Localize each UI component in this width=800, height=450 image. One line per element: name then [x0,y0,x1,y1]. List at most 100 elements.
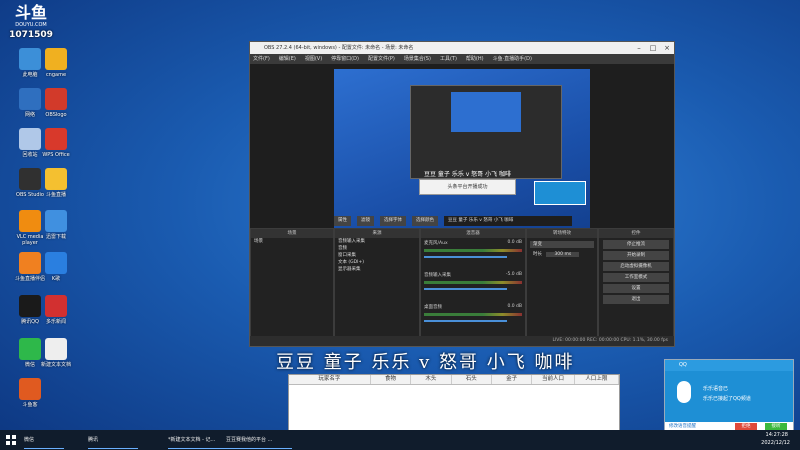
desktop-icon-label: WPS Office [42,152,70,158]
transition-type[interactable]: 渐变 [530,241,594,248]
qq-message-1: 乐乐语音已 [703,386,729,392]
source-item[interactable]: 音频输入采集 [335,238,419,245]
scene-item[interactable]: 场景 [251,238,333,245]
menu-item[interactable]: 视图(V) [305,54,322,64]
table-column-header: 当前人口 [532,375,575,384]
start-icon[interactable] [6,435,16,445]
app-icon [45,338,67,360]
menu-item[interactable]: 工具(T) [440,54,457,64]
table-header: 玩家名字 食物 木头 石头 金子 当前人口 人口上限 [289,375,619,385]
qq-popup-title: QQ [665,360,793,371]
minimize-icon[interactable]: – [632,42,646,54]
desktop-icon[interactable]: 多乐新闻 [34,295,78,325]
volume-slider[interactable] [424,256,508,258]
close-icon[interactable]: × [660,42,674,54]
text-content-field[interactable]: 豆豆 童子 乐乐 v 怒哥 小飞 咖啡 [444,216,572,226]
menu-item[interactable]: 文件(F) [253,54,270,64]
controls-panel: 控件 停止推流 开始录制 启动虚拟摄像机 工作室模式 设置 退出 [598,228,674,338]
desktop-icon[interactable]: OBSlogo [34,88,78,118]
source-item[interactable]: 窗口采集 [335,252,419,259]
app-icon [45,168,67,190]
sources-panel: 来源 音频输入采集 音频 窗口采集 文本 (GDI+) 显示器采集 [334,228,420,338]
menu-item[interactable]: 场景集合(S) [404,54,431,64]
transitions-title: 转场特效 [527,229,597,238]
font-button[interactable]: 选择字体 [380,216,406,226]
control-button[interactable]: 设置 [603,284,669,293]
menu-item[interactable]: 停靠窗口(D) [331,54,359,64]
taskbar-item[interactable]: 豆豆赛我他的平台 ... [226,432,292,449]
menu-item[interactable]: 编辑(E) [279,54,296,64]
volume-slider[interactable] [424,288,508,290]
room-id: 1071509 [9,30,53,40]
color-button[interactable]: 选择颜色 [412,216,438,226]
control-button[interactable]: 退出 [603,295,669,304]
control-button[interactable]: 停止推流 [603,240,669,249]
control-button[interactable]: 工作室模式 [603,273,669,282]
microphone-icon [677,381,691,403]
desktop-icon[interactable]: WPS Office [34,128,78,158]
clock-date[interactable]: 2022/12/12 [761,440,790,446]
qq-accept-button[interactable]: 接听 [765,423,787,430]
menu-item[interactable]: 斗鱼·直播助手(D) [493,54,532,64]
obs-title: OBS 27.2.4 (64-bit, windows) - 配置文件: 未命名… [264,45,414,51]
taskbar-item[interactable]: 腾讯 [88,432,138,449]
qq-popup[interactable]: QQ 乐乐语音已 乐乐已接起了QQ频道 修改语音提醒 拒绝 接听 [664,359,794,433]
transitions-panel: 转场特效 渐变 时长 300 ms [526,228,598,338]
transition-duration[interactable]: 时长 300 ms [530,251,594,258]
channel-level: 0.0 dB [507,304,522,309]
maximize-icon[interactable]: □ [646,42,660,54]
mixer-channel: 桌面音频 0.0 dB [421,302,525,334]
qq-footer-link[interactable]: 修改语音提醒 [669,423,696,429]
desktop-icon[interactable]: 斗鱼直播 [34,168,78,198]
control-button[interactable]: 启动虚拟摄像机 [603,262,669,271]
desktop-icon-label: K歌 [51,276,61,282]
obs-window[interactable]: OBS 27.2.4 (64-bit, windows) - 配置文件: 未命名… [249,41,675,347]
desktop-icon-label: 迅雷下载 [45,234,66,240]
volume-meter [424,249,522,252]
properties-button[interactable]: 属性 [334,216,351,226]
channel-level: -5.0 dB [505,272,522,277]
source-item[interactable]: 显示器采集 [335,266,419,273]
desktop-icon[interactable]: 迅雷下载 [34,210,78,240]
douyu-logo: 斗鱼 DOUYU.COM 1071509 [6,4,56,41]
nested-qq-popup [534,181,586,205]
source-item[interactable]: 文本 (GDI+) [335,259,419,266]
volume-slider[interactable] [424,320,508,322]
app-icon [45,295,67,317]
desktop-icon[interactable]: K歌 [34,252,78,282]
desktop-icon-label: 斗鱼客 [22,402,38,408]
names-banner: 豆豆 童子 乐乐 v 怒哥 小飞 咖啡 [276,352,575,373]
table-column-header: 食物 [371,375,412,384]
channel-name: 桌面音频 [424,305,442,310]
preview-popup: 头条平台开播成功 [419,179,516,195]
channel-name: 麦克风/Aux [424,241,448,246]
table-column-header: 人口上限 [575,375,619,384]
properties-toolbar: 属性 滤镜 选择字体 选择颜色 豆豆 童子 乐乐 v 怒哥 小飞 咖啡 [334,216,572,226]
taskbar-item[interactable]: *新建文本文档 - 记... [168,432,226,449]
obs-statusbar: LIVE: 00:00:00 REC: 00:00:00 CPU: 1.1%, … [250,336,674,346]
channel-level: 0.0 dB [507,240,522,245]
obs-titlebar[interactable]: OBS 27.2.4 (64-bit, windows) - 配置文件: 未命名… [250,42,674,54]
app-icon [45,128,67,150]
obs-menubar: 文件(F) 编辑(E) 视图(V) 停靠窗口(D) 配置文件(P) 场景集合(S) 工具(T… [250,54,674,64]
volume-meter [424,313,522,316]
filters-button[interactable]: 滤镜 [357,216,374,226]
mixer-title: 混音器 [421,229,525,238]
desktop-icon[interactable]: cngame [34,48,78,78]
app-icon [45,48,67,70]
scenes-title: 场景 [251,229,333,238]
desktop-icon[interactable]: 新建文本文档 [34,338,78,368]
clock-time[interactable]: 14:27:28 [766,432,788,438]
app-icon [19,378,41,400]
menu-item[interactable]: 帮助(H) [466,54,484,64]
desktop-icon-label: 多乐新闻 [45,319,66,325]
scenes-panel: 场景 场景 [250,228,334,338]
source-item[interactable]: 音频 [335,245,419,252]
control-button[interactable]: 开始录制 [603,251,669,260]
menu-item[interactable]: 配置文件(P) [368,54,395,64]
qq-decline-button[interactable]: 拒绝 [735,423,757,430]
desktop-icon[interactable]: 斗鱼客 [8,378,52,408]
taskbar-item[interactable]: 微信 [24,432,64,449]
desktop-icon-label: 斗鱼直播 [45,192,66,198]
channel-name: 音频输入采集 [424,273,451,278]
